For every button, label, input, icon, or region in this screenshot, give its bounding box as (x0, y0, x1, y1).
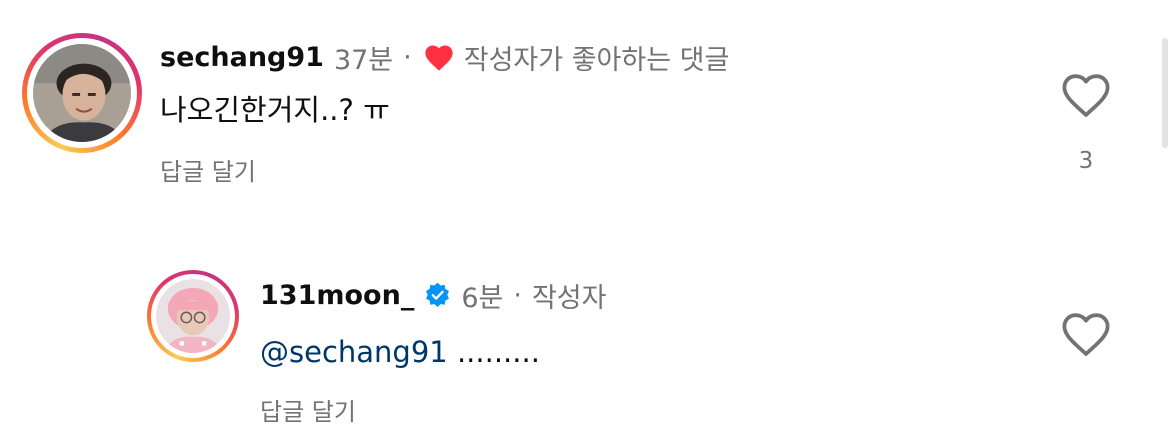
timestamp: 6분 (461, 282, 504, 314)
liked-by-author-label: 작성자가 좋아하는 댓글 (463, 44, 730, 76)
avatar[interactable] (33, 44, 131, 142)
comment-header: sechang91 37분 · 작성자가 좋아하는 댓글 (160, 38, 729, 76)
comment-header: 131moon_ 6분 · 작성자 (260, 276, 606, 314)
reply-button[interactable]: 답글 달기 (260, 392, 356, 427)
mention-link[interactable]: @sechang91 (260, 335, 448, 369)
separator: · (403, 41, 412, 73)
username[interactable]: 131moon_ (260, 280, 414, 311)
separator: · (513, 279, 522, 311)
heart-filled-icon (422, 42, 456, 72)
timestamp: 37분 (333, 44, 394, 76)
comment-text: 나오긴한거지..? ㅠ (160, 93, 390, 127)
reply-button[interactable]: 답글 달기 (160, 152, 256, 187)
verified-badge-icon (424, 282, 451, 309)
comment-text: @sechang91 ......... (260, 330, 540, 374)
comment-item: sechang91 37분 · 작성자가 좋아하는 댓글 나오긴한거지..? ㅠ… (0, 0, 1170, 210)
heart-outline-icon[interactable] (1060, 312, 1112, 358)
username[interactable]: sechang91 (160, 42, 324, 73)
reply-comment-item: 131moon_ 6분 · 작성자 @sechang91 ......... 답… (0, 250, 1170, 444)
avatar[interactable] (156, 279, 230, 353)
like-count: 3 (1078, 148, 1094, 174)
story-ring[interactable] (147, 270, 239, 362)
author-label: 작성자 (531, 282, 607, 314)
story-ring[interactable] (22, 33, 142, 153)
comment-text-body: ......... (447, 335, 540, 369)
heart-outline-icon[interactable] (1060, 73, 1112, 119)
